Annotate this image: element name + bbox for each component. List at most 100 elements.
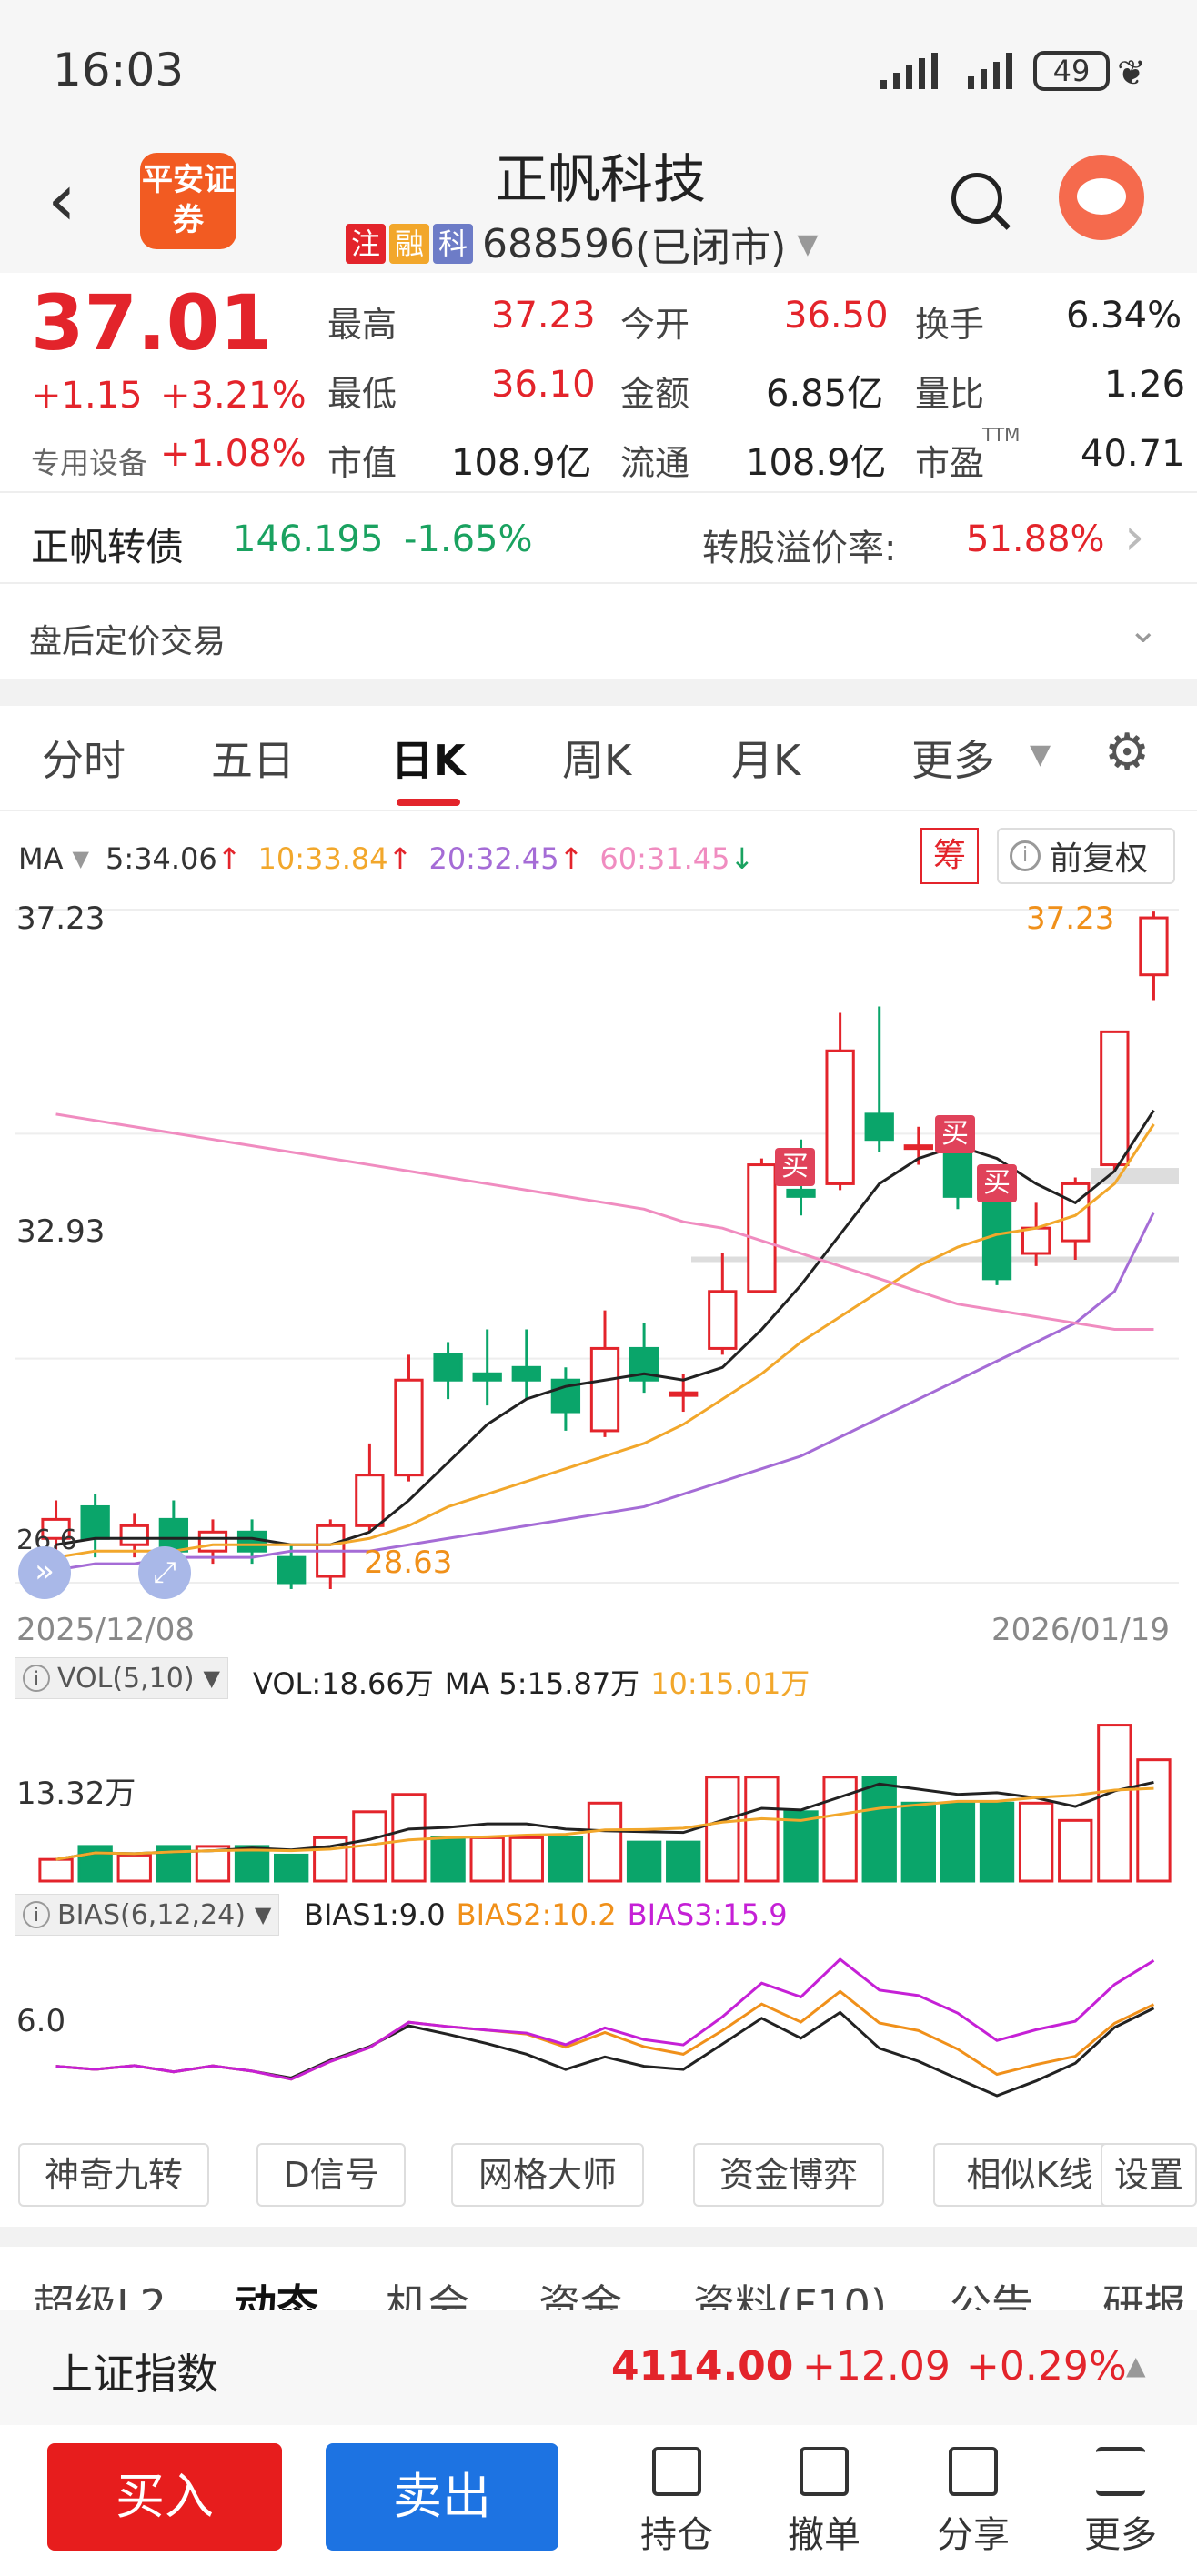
arrow-down-icon: ↓ xyxy=(729,841,755,876)
bias-selector[interactable]: i BIAS(6,12,24) ▼ xyxy=(15,1894,280,1936)
ma10-value: 10:33.84 xyxy=(257,841,388,876)
bias-chart[interactable] xyxy=(0,1941,1197,2123)
buy-signal-2[interactable]: 买 xyxy=(935,1115,975,1153)
tool-capital-game[interactable]: 资金博弈 xyxy=(693,2143,884,2207)
info-tab-research[interactable]: 研报 xyxy=(1102,2272,1186,2310)
more-list-icon xyxy=(1096,2447,1145,2496)
more-button[interactable]: 更多 xyxy=(1066,2447,1175,2558)
candle-up xyxy=(1021,1226,1051,1255)
vol-ma5: MA 5:15.87万 xyxy=(444,1666,640,1701)
tool-d-signal[interactable]: D信号 xyxy=(256,2143,406,2207)
amount-label: 金额 xyxy=(620,374,690,414)
pe-ttm-sup: TTM xyxy=(982,424,1021,446)
share-button[interactable]: 分享 xyxy=(919,2447,1028,2558)
bias1-line xyxy=(55,2007,1155,2098)
index-change: +12.09 xyxy=(802,2343,951,2390)
amount-value: 6.85亿 xyxy=(766,373,884,415)
stock-code: 688596 xyxy=(482,220,635,267)
chevron-down-icon[interactable]: ⌄ xyxy=(1128,609,1159,651)
volume-bar xyxy=(1136,1758,1172,1883)
volume-bar xyxy=(861,1776,897,1883)
tab-monthly-k[interactable]: 月K xyxy=(731,728,800,788)
sell-button[interactable]: 卖出 xyxy=(326,2443,558,2551)
battery-indicator: 49 xyxy=(1033,51,1110,91)
vol-selector-label: VOL(5,10) xyxy=(57,1662,195,1695)
volume-bar xyxy=(587,1801,623,1883)
arrow-up-icon: ↑ xyxy=(558,841,584,876)
candle-down xyxy=(433,1353,463,1382)
buy-button[interactable]: 买入 xyxy=(47,2443,282,2551)
bond-change: -1.65% xyxy=(404,518,533,560)
ma-label[interactable]: MA xyxy=(18,841,64,876)
volratio-label: 量比 xyxy=(915,374,985,414)
caret-down-icon[interactable]: ▼ xyxy=(73,846,89,871)
bias-y-label: 6.0 xyxy=(16,2003,66,2039)
candle-up xyxy=(825,1049,855,1185)
candle-down xyxy=(277,1555,307,1585)
info-tab-capital[interactable]: 资金 xyxy=(538,2272,622,2310)
tag-margin: 融 xyxy=(389,224,429,264)
info-icon: i xyxy=(23,1665,50,1692)
market-status: (已闭市) xyxy=(634,225,787,271)
pe-value: 40.71 xyxy=(1081,433,1185,475)
candle-up xyxy=(1100,1030,1130,1167)
info-tab-news[interactable]: 动态 xyxy=(235,2272,318,2310)
info-tab-opportunity[interactable]: 机会 xyxy=(386,2272,469,2310)
bias-selector-label: BIAS(6,12,24) xyxy=(57,1898,246,1931)
tab-daily-k[interactable]: 日K xyxy=(391,728,466,788)
mktcap-label: 市值 xyxy=(327,443,397,483)
adjust-label: 前复权 xyxy=(1050,840,1149,878)
caret-down-icon: ▼ xyxy=(203,1665,220,1691)
buy-signal-1[interactable]: 买 xyxy=(775,1148,815,1186)
volume-bar xyxy=(626,1840,662,1883)
volume-bar xyxy=(274,1853,309,1883)
position-icon xyxy=(652,2447,701,2496)
info-tab-f10[interactable]: 资料(F10) xyxy=(693,2272,887,2310)
tag-star-market: 科 xyxy=(433,224,473,264)
fullscreen-icon[interactable]: ⤢ xyxy=(138,1546,191,1599)
tab-intraday[interactable]: 分时 xyxy=(42,728,126,788)
sector-label[interactable]: 专用设备 xyxy=(31,440,147,482)
dropdown-caret-icon[interactable]: ▼ xyxy=(797,228,818,260)
tool-similar-k[interactable]: 相似K线 xyxy=(933,2143,1126,2207)
vol-value: VOL:18.66万 xyxy=(253,1666,434,1701)
tab-more[interactable]: 更多 xyxy=(911,728,995,788)
premium-label: 转股溢价率: xyxy=(702,528,897,569)
tab-five-day[interactable]: 五日 xyxy=(211,728,295,788)
after-hours-label[interactable]: 盘后定价交易 xyxy=(29,615,226,662)
more-label: 更多 xyxy=(1084,2514,1157,2556)
divider xyxy=(0,491,1197,493)
tab-weekly-k[interactable]: 周K xyxy=(562,728,631,788)
ma20-value: 20:32.45 xyxy=(428,841,559,876)
y-axis-top: 37.23 xyxy=(16,901,106,937)
vol-ma10: 10:15.01万 xyxy=(650,1666,810,1701)
tool-grid-master[interactable]: 网格大师 xyxy=(451,2143,644,2207)
caret-up-icon[interactable]: ▲ xyxy=(1126,2350,1146,2380)
bond-name[interactable]: 正帆转债 xyxy=(31,517,184,572)
avatar[interactable] xyxy=(1059,155,1144,240)
info-tab-l2[interactable]: 超级L2 xyxy=(33,2272,166,2310)
status-time: 16:03 xyxy=(53,44,185,96)
bias-legend: BIAS1:9.0 BIAS2:10.2 BIAS3:15.9 xyxy=(304,1897,788,1932)
index-pct: +0.29% xyxy=(966,2343,1127,2390)
info-tab-announcement[interactable]: 公告 xyxy=(950,2272,1033,2310)
position-button[interactable]: 持仓 xyxy=(622,2447,731,2558)
stock-subtitle[interactable]: 注 融 科 688596 (已闭市) ▼ xyxy=(346,218,818,271)
tool-magic-nine[interactable]: 神奇九转 xyxy=(18,2143,209,2207)
kline-chart[interactable] xyxy=(0,891,1197,1619)
candle-down xyxy=(472,1372,502,1382)
cancel-order-button[interactable]: 撤单 xyxy=(770,2447,879,2558)
chip-button[interactable]: 筹 xyxy=(920,828,979,884)
vol-selector[interactable]: i VOL(5,10) ▼ xyxy=(15,1657,228,1699)
buy-signal-3[interactable]: 买 xyxy=(977,1164,1017,1202)
volume-bar xyxy=(1097,1724,1132,1883)
settings-gear-icon[interactable]: ⚙ xyxy=(1104,728,1150,779)
chevron-right-icon[interactable]: › xyxy=(1124,508,1144,567)
turnover-value: 6.34% xyxy=(1066,295,1182,337)
volume-chart[interactable] xyxy=(0,1710,1197,1892)
adjust-button[interactable]: i 前复权 xyxy=(997,828,1175,884)
back-icon[interactable]: ‹ xyxy=(47,164,76,236)
chip-band xyxy=(1091,1168,1179,1185)
expand-left-icon[interactable]: » xyxy=(18,1546,71,1599)
tool-settings[interactable]: 设置 xyxy=(1101,2143,1197,2207)
